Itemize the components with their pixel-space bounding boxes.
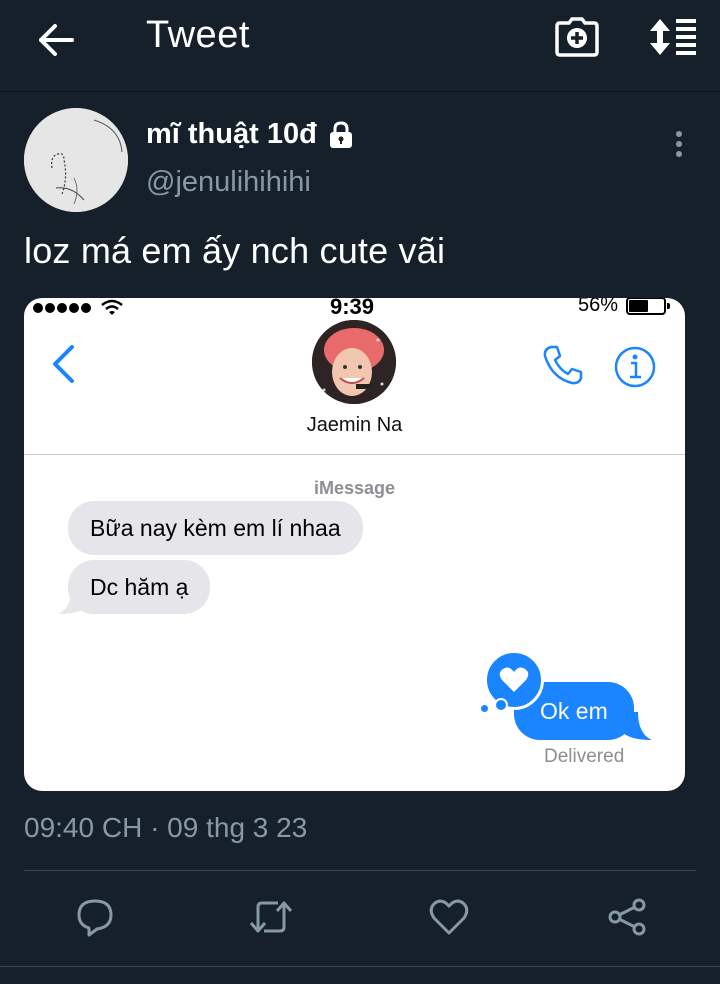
message-bubble-incoming: Bữa nay kèm em lí nhaa [68,501,363,555]
battery-percent: 56% [578,298,619,316]
author-name-text: mĩ thuật 10đ [146,118,317,150]
camera-button[interactable] [552,14,602,60]
phone-icon [543,345,583,385]
divider [24,870,696,871]
lock-icon [329,120,352,148]
author-display-name[interactable]: mĩ thuật 10đ [146,118,355,151]
contact-photo [312,320,396,404]
share-icon [608,898,646,936]
wifi-icon [101,299,123,315]
tweet-media-image[interactable]: 9:39 56% Jaemin Na iMessage Bữa nay kèm … [24,298,685,791]
top-bar: Tweet [0,0,720,92]
delivery-status: Delivered [544,746,625,767]
contact-avatar[interactable] [312,320,396,404]
battery-tip [667,302,671,309]
contact-name: Jaemin Na [306,414,403,436]
sort-lines-icon [650,19,696,55]
message-bubble-incoming: Dc hăm ạ [68,560,211,614]
arrow-left-icon [39,24,74,56]
info-button[interactable] [612,344,658,390]
author-avatar[interactable] [24,108,128,212]
header-divider [24,454,685,455]
sort-button[interactable] [646,14,700,60]
more-vertical-icon [676,131,682,157]
reply-button[interactable] [70,892,120,942]
page-title: Tweet [146,14,250,56]
back-button[interactable] [34,18,78,62]
share-button[interactable] [602,892,652,942]
info-icon [614,346,656,388]
tapback-dot [494,698,508,712]
battery-status: 56% [578,298,671,317]
retweet-button[interactable] [246,892,296,942]
battery-icon [626,298,671,315]
author-handle[interactable]: @jenulihihihi [146,166,311,199]
tweet-text: loz má em ấy nch cute vãi [24,230,446,271]
call-button[interactable] [540,342,586,388]
tweet-timestamp: 09:40 CH · 09 thg 3 23 [24,812,308,843]
divider [0,966,720,967]
tapback-dot-small [480,704,489,713]
heart-icon [499,667,529,692]
chevron-left-icon [53,345,74,383]
tapback-heart[interactable] [484,650,544,710]
signal-indicator [32,298,124,318]
camera-plus-icon [555,17,599,57]
battery-level [629,299,649,312]
outgoing-bubble-tail [622,712,652,740]
like-button[interactable] [424,892,474,942]
signal-dots-icon [33,303,91,313]
avatar-sketch-image [24,108,128,212]
more-options-button[interactable] [664,124,694,164]
incoming-bubble-tail [58,586,88,614]
status-time: 9:39 [330,298,375,319]
messages-back-button[interactable] [46,342,80,386]
like-icon [429,899,469,935]
service-label: iMessage [313,478,396,498]
retweet-icon [249,901,293,933]
reply-icon [77,899,113,937]
